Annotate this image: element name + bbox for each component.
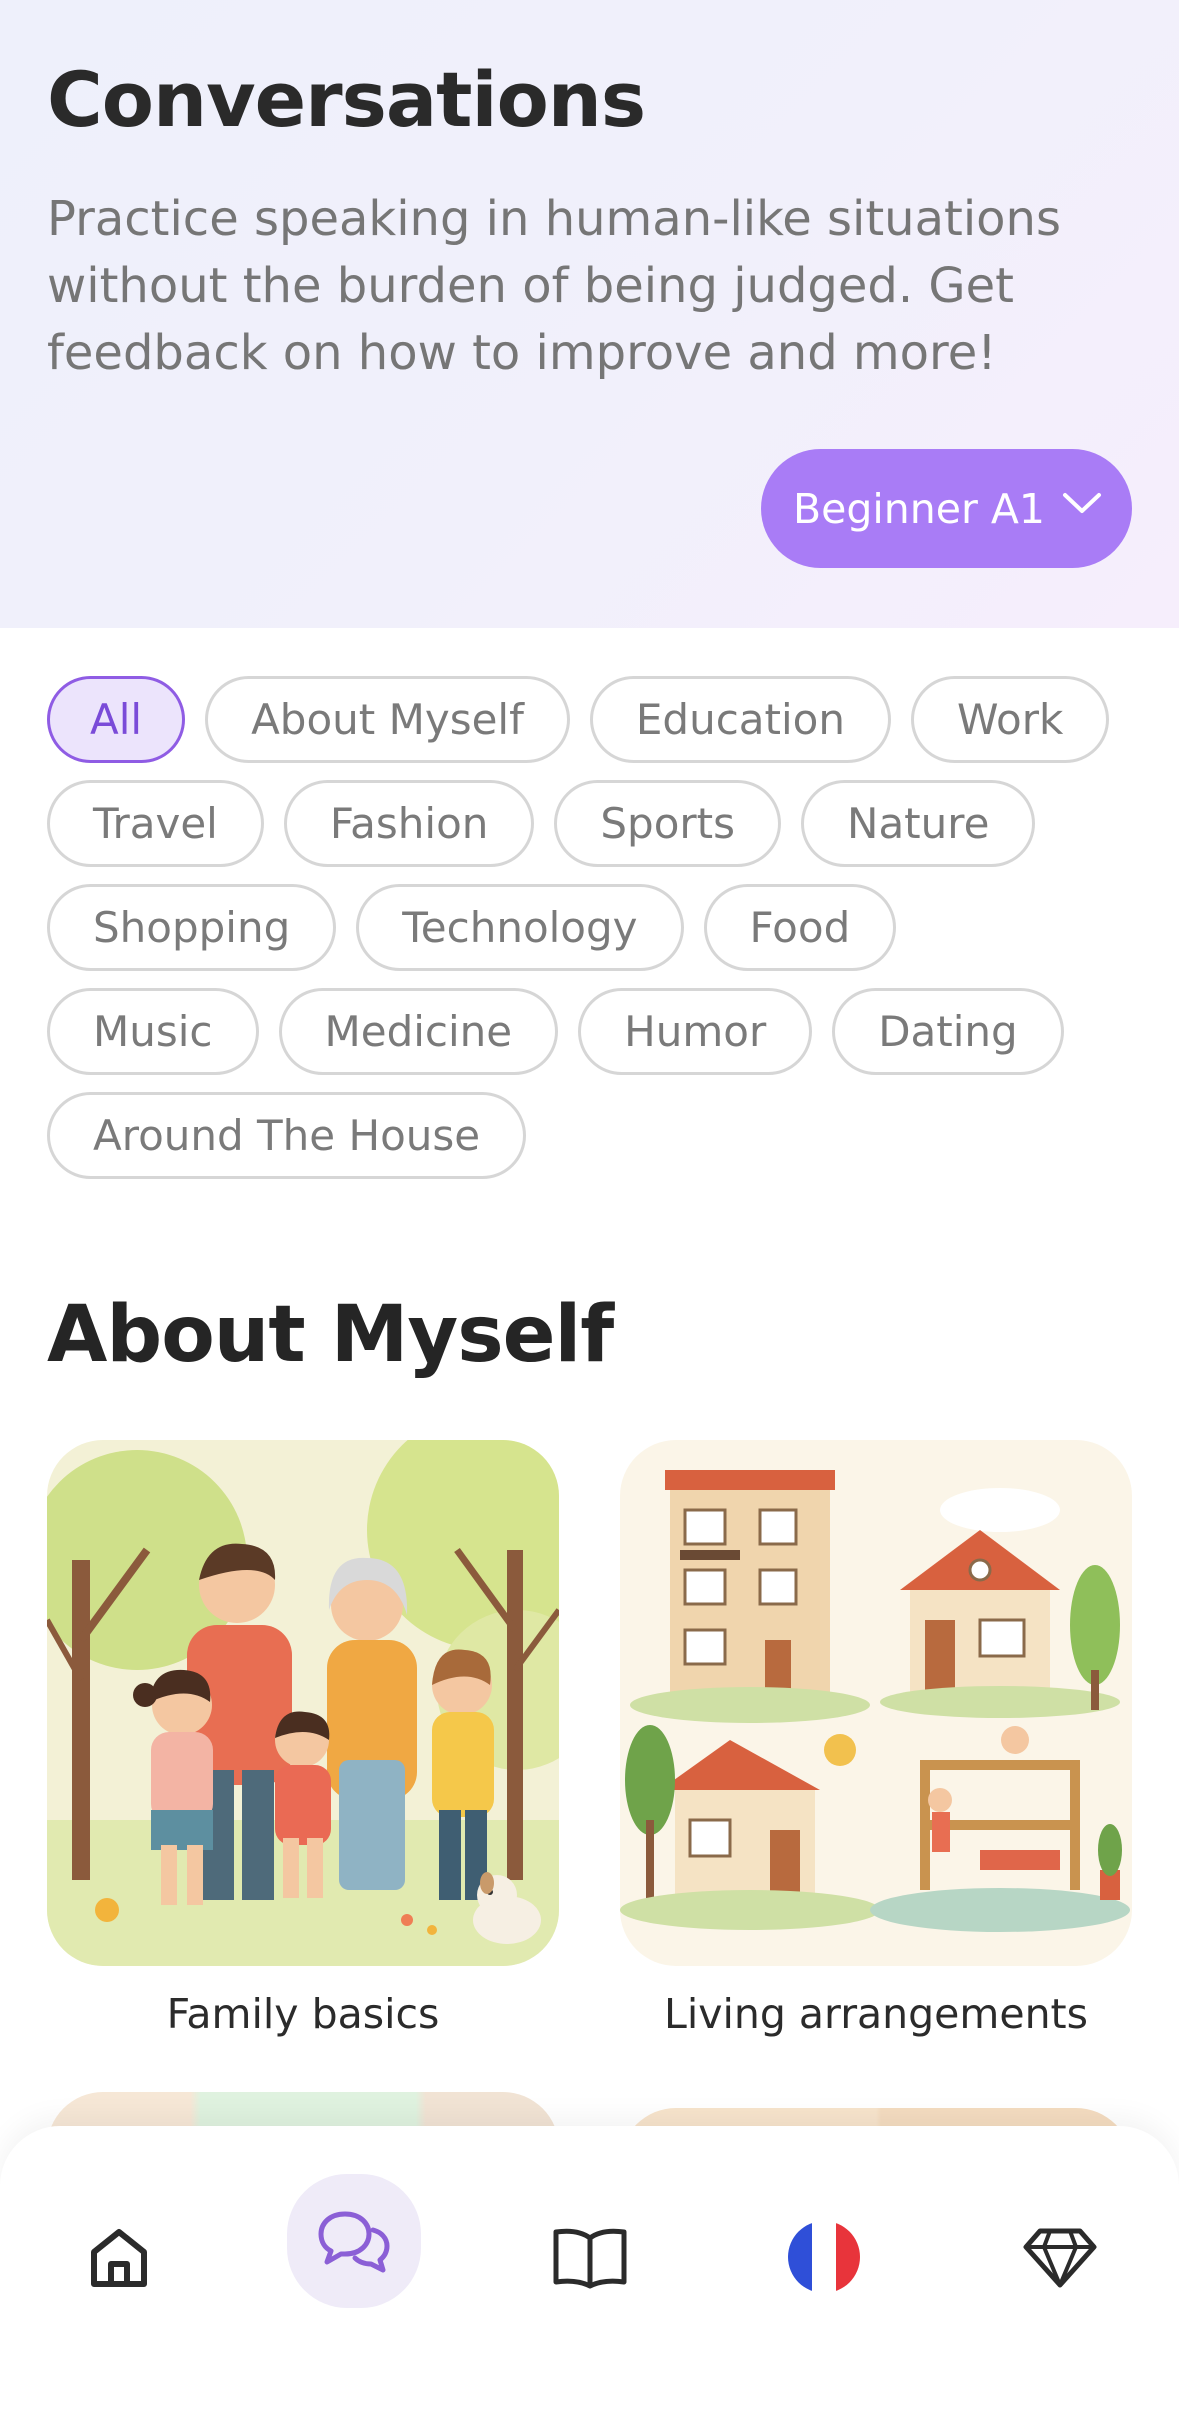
category-chip-nature[interactable]: Nature — [801, 780, 1036, 867]
page-subtitle: Practice speaking in human-like situatio… — [47, 191, 1061, 381]
home-icon — [91, 2229, 147, 2287]
chip-row: Music Medicine Humor Dating — [47, 988, 1137, 1075]
category-chip-sports[interactable]: Sports — [554, 780, 782, 867]
nav-home[interactable] — [59, 2197, 179, 2317]
french-flag-icon — [788, 2221, 860, 2293]
book-icon — [553, 2228, 627, 2289]
chat-bubbles-icon — [318, 2211, 390, 2273]
section-title: About Myself — [47, 1290, 614, 1380]
diamond-icon — [1023, 2228, 1097, 2288]
category-chip-shopping[interactable]: Shopping — [47, 884, 337, 971]
conversation-card-living-arrangements[interactable]: Living arrangements — [620, 1440, 1132, 2038]
category-chip-about-myself[interactable]: About Myself — [205, 676, 570, 763]
nav-language[interactable] — [764, 2197, 884, 2317]
category-chip-food[interactable]: Food — [703, 884, 897, 971]
chip-row: Travel Fashion Sports Nature — [47, 780, 1137, 867]
category-chip-medicine[interactable]: Medicine — [278, 988, 559, 1075]
category-filter: All About Myself Education Work Travel F… — [47, 676, 1137, 1196]
category-chip-around-the-house[interactable]: Around The House — [47, 1092, 527, 1179]
category-chip-fashion[interactable]: Fashion — [283, 780, 535, 867]
card-label: Family basics — [166, 1990, 440, 2038]
family-illustration — [47, 1440, 559, 1966]
category-chip-dating[interactable]: Dating — [832, 988, 1064, 1075]
page-title: Conversations — [47, 55, 646, 144]
chip-row: All About Myself Education Work — [47, 676, 1137, 763]
chevron-down-icon — [1063, 493, 1101, 513]
card-label: Living arrangements — [664, 1990, 1088, 2038]
category-chip-work[interactable]: Work — [910, 676, 1110, 763]
category-chip-technology[interactable]: Technology — [356, 884, 684, 971]
houses-illustration — [620, 1440, 1132, 1966]
conversation-card-family-basics[interactable]: Family basics — [47, 1440, 559, 2038]
category-chip-all[interactable]: All — [47, 676, 186, 763]
hero-header: Conversations Practice speaking in human… — [0, 0, 1179, 628]
level-label: Beginner A1 — [793, 484, 1045, 533]
category-chip-humor[interactable]: Humor — [578, 988, 813, 1075]
nav-conversations[interactable] — [287, 2174, 421, 2308]
category-chip-travel[interactable]: Travel — [47, 780, 264, 867]
chip-row: Around The House — [47, 1092, 1137, 1179]
chip-row: Shopping Technology Food — [47, 884, 1137, 971]
nav-lessons[interactable] — [530, 2197, 650, 2317]
category-chip-music[interactable]: Music — [47, 988, 259, 1075]
nav-premium[interactable] — [1000, 2197, 1120, 2317]
level-dropdown-button[interactable]: Beginner A1 — [761, 449, 1132, 568]
category-chip-education[interactable]: Education — [589, 676, 891, 763]
